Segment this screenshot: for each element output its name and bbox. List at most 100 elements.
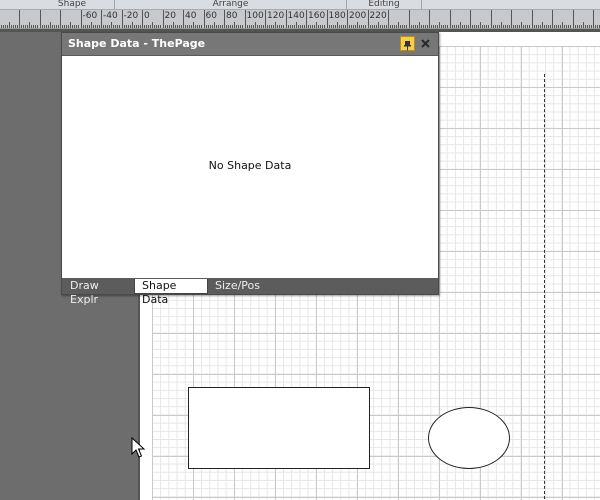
ruler-tick xyxy=(244,10,246,28)
horizontal-ruler[interactable]: -60 -40 -20 0 20 40 60 80 100 120 140 160 180 200 220 xyxy=(0,10,600,29)
ruler-tick xyxy=(330,25,332,28)
ruler-tick xyxy=(82,25,84,28)
tab-draw-explorer[interactable]: Draw Explr xyxy=(63,279,133,306)
pin-button[interactable] xyxy=(400,36,415,51)
ruler-tick xyxy=(62,25,64,28)
ruler-tick xyxy=(562,22,564,28)
tab-size-pos[interactable]: Size/Pos xyxy=(208,279,274,294)
ruler-tick xyxy=(357,22,359,28)
ruler-tick xyxy=(60,10,61,28)
ruler-tick xyxy=(250,25,252,28)
ruler-tick xyxy=(119,25,121,28)
ruler-tick xyxy=(113,25,115,28)
ruler-tick xyxy=(107,25,109,28)
ribbon-group-shape[interactable]: Shape xyxy=(30,0,115,9)
ruler-tick xyxy=(412,25,414,28)
ruler-tick xyxy=(402,25,404,28)
ruler-tick xyxy=(234,22,236,28)
ruler-tick xyxy=(564,25,566,28)
ruler-tick xyxy=(92,25,94,28)
ruler-tick xyxy=(355,25,357,28)
ellipse-shape[interactable] xyxy=(428,407,510,469)
ruler-tick xyxy=(23,25,25,28)
ruler-tick xyxy=(162,10,164,28)
ruler-tick xyxy=(529,25,531,28)
ruler-tick xyxy=(117,25,119,28)
ruler-tick xyxy=(593,10,594,28)
tab-shape-data[interactable]: Shape Data xyxy=(134,279,208,306)
ruler-tick xyxy=(297,25,299,28)
ruler-tick xyxy=(283,25,285,28)
ruler-tick xyxy=(150,25,152,28)
window-title-bar[interactable]: Shape Data - ThePage xyxy=(62,33,438,56)
ruler-tick xyxy=(492,25,494,28)
ruler-tick xyxy=(420,25,422,28)
ruler-tick xyxy=(359,25,361,28)
ruler-tick xyxy=(221,25,223,28)
ruler-tick xyxy=(326,10,328,28)
ruler-tick xyxy=(178,25,180,28)
ruler-tick xyxy=(552,10,553,28)
ruler-tick xyxy=(416,25,418,28)
ribbon-group-editing[interactable]: Editing xyxy=(347,0,422,9)
ruler-tick xyxy=(133,25,135,28)
ruler-tick xyxy=(170,25,172,28)
ruler-tick xyxy=(199,25,201,28)
ruler-tick xyxy=(410,25,412,28)
ruler-tick xyxy=(260,25,262,28)
ruler-tick xyxy=(129,25,131,28)
ruler-tick xyxy=(160,25,162,28)
close-button[interactable] xyxy=(419,36,433,51)
ruler-tick xyxy=(539,25,541,28)
ruler-tick xyxy=(334,25,336,28)
ruler-tick xyxy=(258,25,260,28)
ruler-tick xyxy=(33,25,35,28)
ruler-tick xyxy=(351,25,353,28)
ruler-tick xyxy=(21,25,23,28)
ruler-tick xyxy=(12,25,14,28)
ruler-tick xyxy=(504,25,506,28)
ruler-tick xyxy=(558,25,560,28)
ruler-tick xyxy=(43,25,45,28)
ruler-tick xyxy=(148,25,150,28)
ruler-tick xyxy=(189,25,191,28)
ruler-tick xyxy=(105,25,107,28)
ruler-tick xyxy=(27,25,29,28)
ruler-tick xyxy=(187,25,189,28)
empty-message: No Shape Data xyxy=(208,159,292,172)
ruler-tick xyxy=(125,25,127,28)
ruler-tick xyxy=(41,25,43,28)
ruler-tick xyxy=(383,25,385,28)
ruler-tick xyxy=(246,25,248,28)
ruler-tick xyxy=(215,25,217,28)
ruler-tick xyxy=(279,25,281,28)
ruler-tick xyxy=(547,25,549,28)
ruler-tick xyxy=(537,25,539,28)
ribbon-group-arrange[interactable]: Arrange xyxy=(115,0,347,9)
ruler-tick xyxy=(408,10,410,28)
ruler-tick xyxy=(152,22,154,28)
ruler-tick xyxy=(482,25,484,28)
ruler-tick xyxy=(96,25,98,28)
ruler-tick xyxy=(429,10,430,28)
ruler-tick xyxy=(139,25,141,28)
window-title: Shape Data - ThePage xyxy=(68,37,206,50)
ruler-tick xyxy=(566,25,568,28)
shape-data-window[interactable]: Shape Data - ThePage No Shape Data Draw … xyxy=(61,32,439,306)
ruler-tick xyxy=(498,25,500,28)
ruler-tick xyxy=(459,22,461,28)
ruler-tick xyxy=(467,25,469,28)
rectangle-shape[interactable] xyxy=(188,387,370,469)
ruler-label: -60 xyxy=(82,11,98,21)
ruler-tick xyxy=(445,25,447,28)
ruler-tick xyxy=(277,25,279,28)
ruler-tick xyxy=(480,22,482,28)
ruler-label: 220 xyxy=(369,11,387,21)
shape-data-panel: No Shape Data xyxy=(62,56,438,278)
ruler-tick xyxy=(146,25,148,28)
ruler-tick xyxy=(322,25,324,28)
ruler-tick xyxy=(511,10,512,28)
ribbon-group-labels: Shape Arrange Editing xyxy=(0,0,600,10)
ruler-tick xyxy=(394,25,396,28)
ruler-tick xyxy=(371,25,373,28)
